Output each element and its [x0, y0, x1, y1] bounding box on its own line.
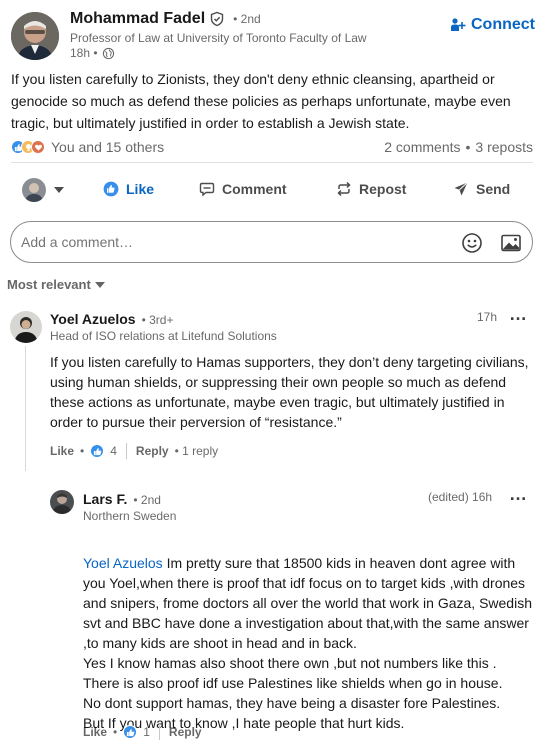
caret-down-icon [94, 281, 105, 288]
actor-avatar [22, 178, 46, 202]
emoji-icon[interactable] [461, 232, 483, 254]
comment-time: 17h [477, 310, 498, 324]
globe-icon [102, 47, 114, 59]
like-button[interactable]: Like [103, 181, 154, 197]
caret-down-icon [54, 187, 64, 193]
send-button[interactable]: Send [453, 181, 510, 197]
sort-label: Most relevant [7, 277, 91, 292]
comment-reply-count[interactable]: • 1 reply [175, 444, 219, 458]
author-headline: Professor of Law at University of Toront… [70, 31, 367, 45]
commenter-name[interactable]: Yoel Azuelos [50, 311, 136, 327]
connect-button[interactable]: Connect [450, 16, 535, 34]
like-reaction-icon [123, 725, 138, 739]
love-reaction-icon [31, 140, 45, 154]
author-degree: • 2nd [233, 12, 261, 26]
comment-input[interactable] [21, 234, 441, 250]
like-reaction-icon [90, 444, 105, 458]
meta-divider [158, 724, 160, 740]
author-name[interactable]: Mohammad Fadel [70, 10, 205, 28]
commenter-avatar[interactable] [10, 311, 42, 343]
add-person-icon [451, 18, 466, 31]
reactions-count-text: You and 15 others [51, 139, 165, 155]
meta-separator: • [113, 725, 118, 739]
post-time: 18h • [70, 46, 98, 60]
repost-label: Repost [359, 181, 407, 197]
post-body: If you listen carefully to Zionists, the… [11, 71, 511, 131]
reply-reply-button[interactable]: Reply [169, 725, 202, 739]
reply-text: Im pretty sure that 18500 kids in heaven… [83, 555, 532, 731]
reply-mention-link[interactable]: Yoel Azuelos [83, 555, 163, 571]
reactions-summary[interactable]: You and 15 others [11, 137, 164, 157]
vertical-thread-line [25, 346, 26, 471]
repost-icon [337, 181, 351, 197]
commenter-degree: • 3rd+ [141, 313, 174, 327]
comment-like-count[interactable]: 4 [110, 444, 117, 458]
more-options-icon[interactable]: … [509, 484, 527, 505]
sort-dropdown[interactable]: Most relevant [7, 277, 105, 292]
send-label: Send [476, 181, 511, 197]
verified-shield-icon [210, 11, 224, 27]
reposts-count[interactable]: 3 reposts [475, 137, 533, 157]
reply-author-headline: Northern Sweden [83, 509, 177, 523]
reply-author-name[interactable]: Lars F. [83, 491, 127, 507]
author-avatar[interactable] [11, 12, 59, 60]
like-icon [103, 181, 119, 197]
comment-reply-button[interactable]: Reply [136, 444, 169, 458]
reaction-actor-selector[interactable] [22, 178, 64, 202]
post-divider [11, 162, 533, 163]
comment-text: If you listen carefully to Hamas support… [50, 354, 529, 430]
like-label: Like [126, 181, 155, 197]
image-icon[interactable] [500, 232, 522, 254]
comment-button[interactable]: Comment [199, 181, 287, 197]
more-options-icon[interactable]: … [509, 304, 527, 325]
reply-like-count[interactable]: 1 [143, 725, 150, 739]
reply-text-container: Yoel Azuelos Im pretty sure that 18500 k… [83, 533, 538, 733]
author-photo [11, 12, 59, 60]
commenter-headline: Head of ISO relations at Litefund Soluti… [50, 329, 277, 343]
reply-like-button[interactable]: Like [83, 725, 107, 739]
meta-separator: • [80, 444, 85, 458]
comment-icon [199, 182, 215, 197]
comment-label: Comment [222, 181, 287, 197]
repost-button[interactable]: Repost [336, 181, 406, 197]
comment-like-button[interactable]: Like [50, 444, 74, 458]
comment-input-box[interactable] [10, 221, 533, 263]
meta-divider [125, 443, 127, 459]
counts-separator: • [465, 139, 471, 155]
connect-label: Connect [471, 16, 535, 33]
reply-avatar[interactable] [50, 490, 74, 514]
send-icon [454, 182, 468, 196]
comments-count[interactable]: 2 comments [384, 137, 460, 157]
reply-author-degree: • 2nd [133, 493, 161, 507]
reply-time: (edited) 16h [428, 490, 493, 504]
